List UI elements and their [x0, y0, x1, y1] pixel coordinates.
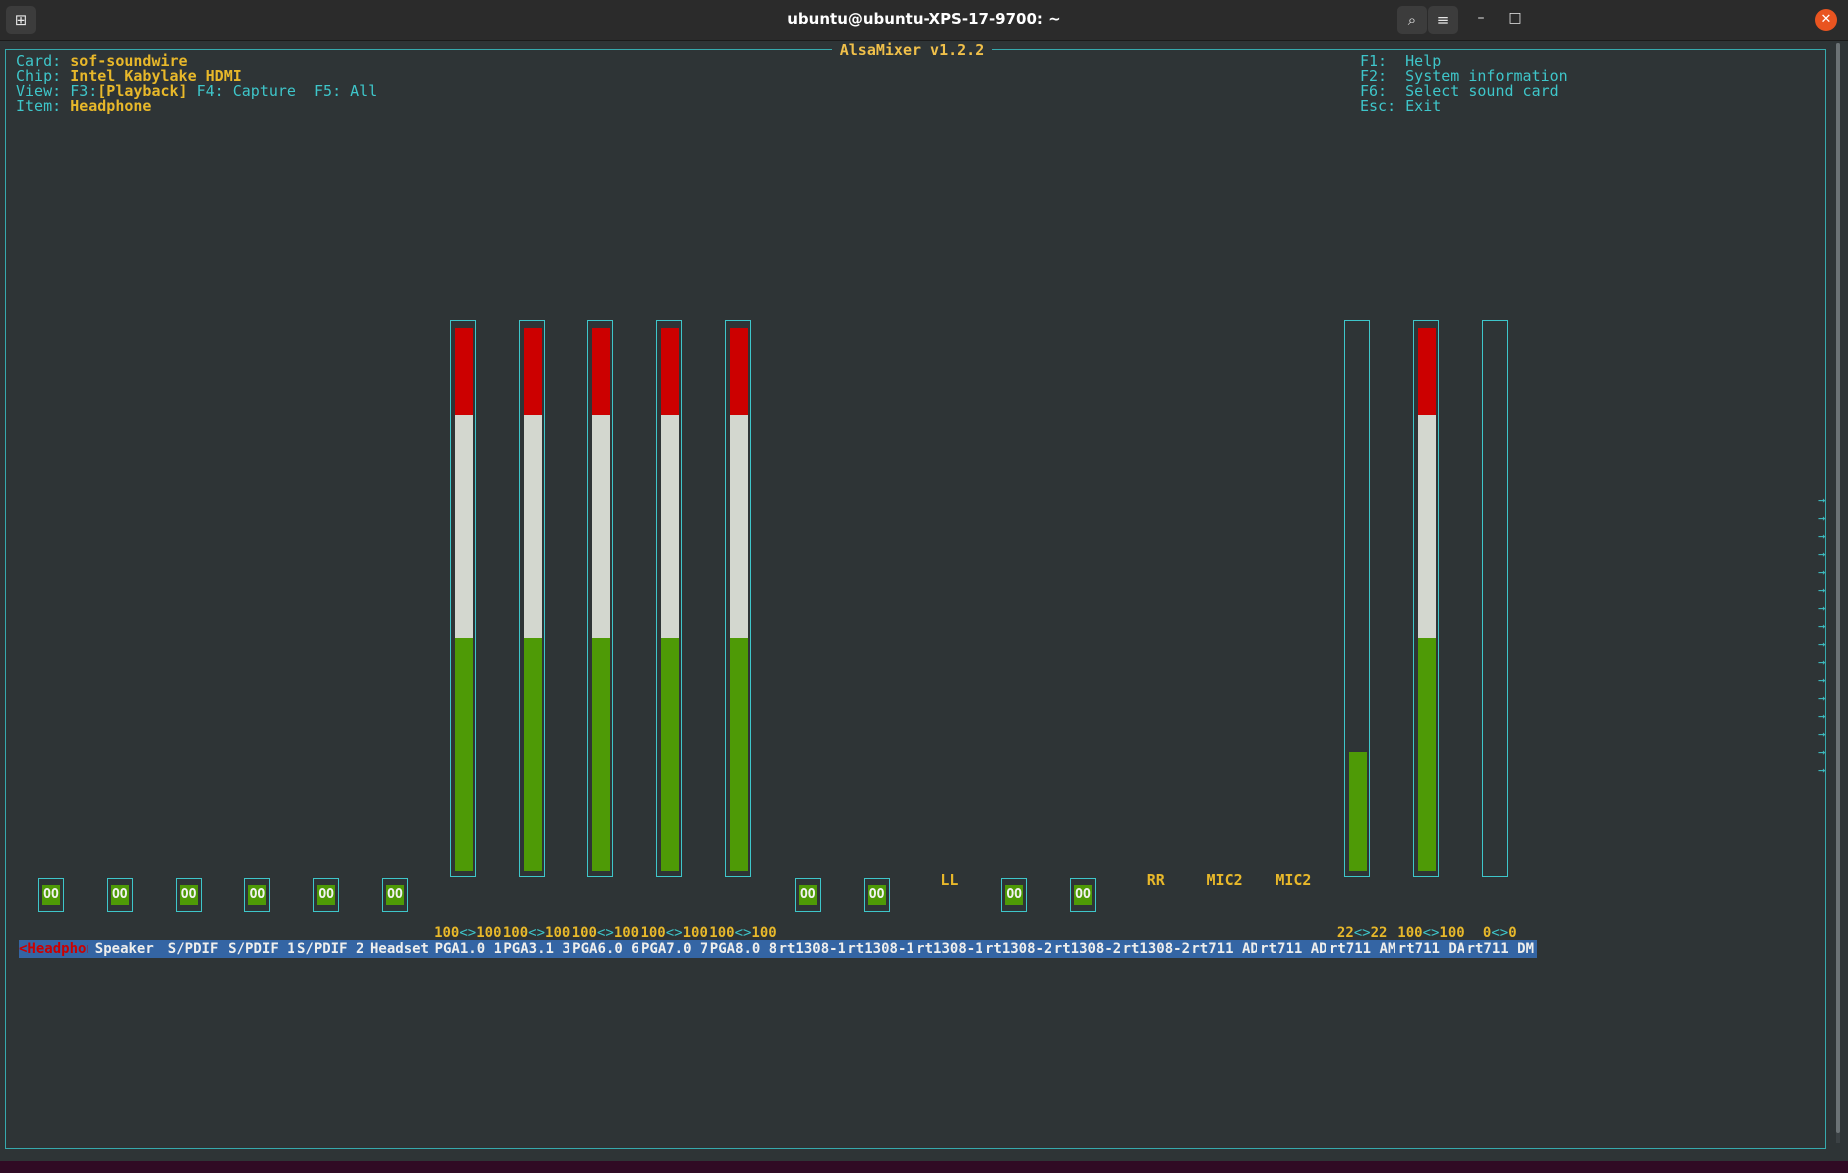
meter-white-segment	[661, 414, 680, 638]
mute-state: OO	[179, 885, 198, 905]
channel-label[interactable]: PGA8.0 8	[707, 940, 780, 958]
channel-label[interactable]: PGA7.0 7	[638, 940, 712, 958]
channel-label[interactable]: rt1308-1	[844, 940, 918, 958]
volume-meter[interactable]	[449, 320, 476, 877]
channel-label[interactable]: PGA3.1 3	[500, 940, 574, 958]
channel-label[interactable]: rt711 DM	[1463, 940, 1537, 958]
mute-toggle[interactable]: OO	[1001, 878, 1028, 912]
search-icon[interactable]: ⌕	[1397, 6, 1427, 34]
channel-label[interactable]: rt1308-1	[913, 940, 987, 958]
channel-label[interactable]: PGA1.0 1	[431, 940, 505, 958]
channel-label[interactable]: rt1308-1	[775, 940, 849, 958]
mute-state: OO	[867, 885, 886, 905]
mute-toggle[interactable]: OO	[794, 878, 821, 912]
channel-label[interactable]: S/PDIF 1	[225, 940, 299, 958]
mute-toggle[interactable]: OO	[175, 878, 202, 912]
meter-green-segment	[730, 637, 748, 871]
meter-white-segment	[523, 414, 542, 638]
channel-21[interactable]: 0<>0 rt711 DM	[1460, 41, 1540, 1041]
channel-label[interactable]: S/PDIF	[156, 940, 230, 958]
meter-green-segment	[661, 637, 680, 871]
volume-meter[interactable]	[656, 320, 683, 877]
channel-label[interactable]: rt1308-2	[1051, 940, 1124, 958]
mute-toggle[interactable]: OO	[1070, 878, 1096, 912]
mute-toggle[interactable]: OO	[106, 878, 133, 912]
minimize-button[interactable]: –	[1471, 10, 1491, 26]
meter-white-segment	[454, 414, 473, 638]
meter-green-segment	[523, 637, 542, 871]
mute-state: OO	[386, 885, 404, 905]
scrollbar-thumb[interactable]	[1836, 43, 1840, 1133]
window-titlebar: ⊞ ubuntu@ubuntu-XPS-17-9700: ~ ⌕ ≡ – □ ✕	[0, 0, 1848, 41]
mute-state: OO	[1074, 885, 1092, 905]
channel-label[interactable]: rt711 AD	[1257, 940, 1331, 958]
channel-label[interactable]: rt711 DA	[1395, 940, 1468, 958]
meter-green-segment	[454, 637, 473, 871]
channel-label[interactable]: rt711 AM	[1326, 940, 1400, 958]
mute-toggle[interactable]: OO	[313, 878, 340, 912]
channel-label[interactable]: <Headphone>	[19, 940, 92, 958]
meter-white-segment	[1418, 414, 1436, 638]
volume-meter[interactable]	[1481, 320, 1508, 877]
mute-state: OO	[110, 885, 129, 905]
mute-toggle[interactable]: OO	[382, 878, 408, 912]
mute-state: OO	[42, 885, 60, 905]
channel-label[interactable]: rt711 AD	[1188, 940, 1262, 958]
mute-state: OO	[317, 885, 336, 905]
channel-label[interactable]: rt1308-2	[1119, 940, 1193, 958]
volume-meter[interactable]	[587, 320, 614, 877]
channel-label[interactable]: PGA6.0 6	[569, 940, 643, 958]
mute-toggle[interactable]: OO	[244, 878, 271, 912]
window-title: ubuntu@ubuntu-XPS-17-9700: ~	[787, 10, 1061, 28]
meter-red-segment	[523, 328, 542, 415]
channel-label[interactable]: Speaker	[87, 940, 161, 958]
meter-white-segment	[730, 414, 748, 638]
channel-label[interactable]: rt1308-2	[982, 940, 1056, 958]
volume-meter[interactable]	[1344, 320, 1371, 877]
mute-state: OO	[248, 885, 267, 905]
maximize-button[interactable]: □	[1505, 10, 1525, 26]
terminal-area[interactable]: AlsaMixer v1.2.2 Card: sof-soundwire Chi…	[0, 41, 1848, 1161]
meter-white-segment	[592, 414, 611, 638]
volume-meter[interactable]	[518, 320, 545, 877]
meter-red-segment	[592, 328, 611, 415]
mute-toggle[interactable]: OO	[863, 878, 890, 912]
scrollbar[interactable]	[1836, 43, 1840, 1143]
volume-meter[interactable]	[725, 320, 751, 877]
mute-state: OO	[1005, 885, 1024, 905]
meter-green-segment	[592, 637, 611, 871]
channel-label[interactable]: Headset	[363, 940, 436, 958]
volume-meter[interactable]	[1413, 320, 1439, 877]
meter-red-segment	[1418, 328, 1436, 415]
hamburger-menu-icon[interactable]: ≡	[1428, 6, 1458, 34]
meter-red-segment	[454, 328, 473, 415]
meter-green-segment	[1418, 637, 1436, 871]
mute-toggle[interactable]: OO	[38, 878, 64, 912]
volume-value: 0<>0	[1482, 925, 1517, 941]
close-button[interactable]: ✕	[1815, 9, 1837, 31]
meter-green-segment	[1349, 751, 1368, 871]
mute-state: OO	[798, 885, 817, 905]
channel-label[interactable]: S/PDIF 2	[294, 940, 368, 958]
meter-red-segment	[730, 328, 748, 415]
meter-red-segment	[661, 328, 680, 415]
